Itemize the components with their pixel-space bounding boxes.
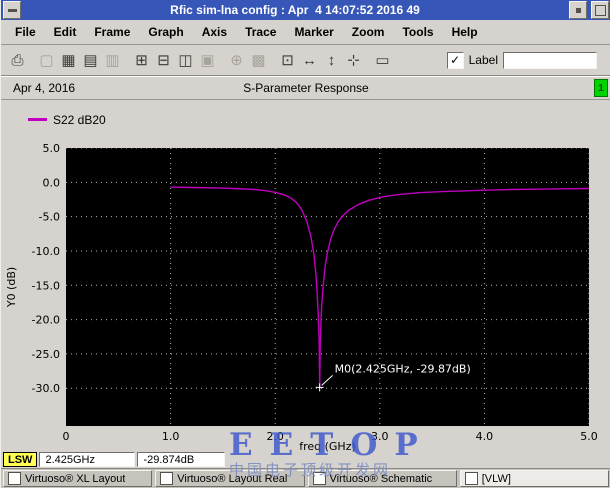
status-row: LSW 2.425GHz -29.874dB — [3, 451, 226, 468]
title-bar[interactable]: Rfic sim-lna config : Apr 4 14:07:52 201… — [1, 0, 610, 20]
taskbar-window-2[interactable]: Virtuoso® Schematic — [307, 470, 457, 487]
label-checkbox[interactable]: ✓ — [446, 51, 464, 69]
marker-x-field[interactable]: 2.425GHz — [39, 452, 136, 467]
menu-tools[interactable]: Tools — [393, 22, 442, 42]
taskbar-window-label: Virtuoso® Schematic — [329, 472, 433, 485]
menu-bar: File Edit Frame Graph Axis Trace Marker Zoom Too… — [1, 20, 610, 45]
taskbar-window-checkbox[interactable] — [312, 472, 326, 485]
taskbar-window-checkbox[interactable] — [464, 472, 478, 485]
svg-text:2.0: 2.0 — [266, 430, 284, 443]
svg-text:-30.0: -30.0 — [32, 382, 60, 395]
print-icon[interactable]: ⎙ — [7, 50, 28, 71]
taskbar: Virtuoso® XL Layout Virtuoso® Layout Real… — [1, 468, 610, 488]
combine-window-icon: ▣ — [200, 52, 215, 69]
marker-y-field[interactable]: -29.874dB — [137, 452, 226, 467]
svg-text:5.0: 5.0 — [43, 142, 61, 155]
menu-axis[interactable]: Axis — [193, 22, 236, 42]
maximize-icon — [594, 4, 606, 16]
menu-edit[interactable]: Edit — [45, 22, 86, 42]
menu-file[interactable]: File — [6, 22, 45, 42]
taskbar-window-label: Virtuoso® XL Layout — [25, 472, 126, 485]
zoom-x-icon[interactable]: ↔ — [299, 50, 320, 71]
taskbar-window-label: Virtuoso® Layout Real — [177, 472, 288, 485]
graph-date: Apr 4, 2016 — [13, 81, 76, 95]
svg-text:-20.0: -20.0 — [32, 314, 60, 327]
menu-help[interactable]: Help — [443, 22, 487, 42]
window-menu-icon — [7, 8, 17, 12]
snapshot-icon: ▢ — [39, 52, 54, 69]
grid-toggle-icon[interactable]: ▦ — [58, 50, 79, 71]
zoom-y-icon[interactable]: ↕ — [321, 50, 342, 71]
graph-header: S-Parameter Response Apr 4, 2016 1 — [1, 76, 610, 100]
label-group: ✓ Label — [446, 51, 597, 69]
taskbar-window-0[interactable]: Virtuoso® XL Layout — [3, 470, 153, 487]
window-menu-button[interactable] — [3, 1, 21, 19]
toolbar-icons: ⎙ ▢ ▦ ▤ ▥ ⊞ ⊟ ◫ ▣ ⊕ ▩ ⊡ ↔ ↕ ⊹ ▭ — [7, 50, 394, 71]
legend-label[interactable]: S22 dB20 — [53, 113, 106, 127]
svg-text:Y0 (dB): Y0 (dB) — [5, 267, 18, 308]
menu-trace[interactable]: Trace — [236, 22, 285, 42]
split-window-icon[interactable]: ◫ — [175, 50, 196, 71]
sparam-plot[interactable]: 0 1.0 2.0 3.0 4.0 5.0 5.0 0.0 -5.0 -10.0 -15.0 -20.… — [1, 140, 610, 452]
svg-text:5.0: 5.0 — [580, 430, 598, 443]
label-checkbox-text: Label — [468, 53, 498, 67]
svg-text:1.0: 1.0 — [162, 430, 180, 443]
svg-text:freq (GHz): freq (GHz) — [299, 440, 356, 452]
svg-text:-15.0: -15.0 — [32, 279, 60, 292]
menu-zoom[interactable]: Zoom — [343, 22, 394, 42]
svg-text:0.0: 0.0 — [43, 176, 61, 189]
svg-text:3.0: 3.0 — [371, 430, 389, 443]
delete-subwindow-icon[interactable]: ⊟ — [153, 50, 174, 71]
svg-text:M0(2.425GHz, -29.87dB): M0(2.425GHz, -29.87dB) — [335, 362, 471, 375]
taskbar-window-3[interactable]: [VLW] — [459, 470, 609, 487]
graph-title: S-Parameter Response — [243, 81, 369, 95]
maximize-button[interactable] — [591, 1, 609, 19]
smith-grid-icon: ⊕ — [230, 52, 243, 69]
label-input[interactable] — [503, 51, 597, 69]
strip-chart-icon[interactable]: ▤ — [80, 50, 101, 71]
menu-marker[interactable]: Marker — [285, 22, 342, 42]
taskbar-window-label: [VLW] — [481, 472, 511, 485]
legend-swatch[interactable] — [28, 118, 47, 121]
minimize-icon — [575, 7, 581, 13]
menu-frame[interactable]: Frame — [85, 22, 139, 42]
svg-text:-25.0: -25.0 — [32, 348, 60, 361]
subwindow-number-badge[interactable]: 1 — [594, 79, 608, 97]
svg-text:-5.0: -5.0 — [39, 211, 60, 224]
window-title: Rfic sim-lna config : Apr 4 14:07:52 201… — [170, 3, 420, 17]
new-subwindow-icon[interactable]: ⊞ — [131, 50, 152, 71]
pan-icon[interactable]: ⊹ — [343, 50, 364, 71]
taskbar-window-checkbox[interactable] — [8, 472, 21, 485]
minimize-button[interactable] — [569, 1, 587, 19]
svg-text:0: 0 — [63, 430, 70, 443]
redraw-icon[interactable]: ▭ — [372, 50, 393, 71]
waveform-window: Rfic sim-lna config : Apr 4 14:07:52 201… — [0, 0, 610, 488]
log-grid-icon: ▩ — [251, 52, 266, 69]
taskbar-window-checkbox[interactable] — [160, 472, 174, 485]
svg-text:4.0: 4.0 — [476, 430, 494, 443]
overlay-mode-icon: ▥ — [105, 52, 120, 69]
status-mode-badge[interactable]: LSW — [3, 452, 38, 467]
menu-graph[interactable]: Graph — [139, 22, 192, 42]
taskbar-window-1[interactable]: Virtuoso® Layout Real — [155, 470, 305, 487]
svg-text:-10.0: -10.0 — [32, 245, 60, 258]
toolbar: ⎙ ▢ ▦ ▤ ▥ ⊞ ⊟ ◫ ▣ ⊕ ▩ ⊡ ↔ ↕ ⊹ ▭ ✓ Label — [1, 45, 610, 76]
zoom-fit-icon[interactable]: ⊡ — [277, 50, 298, 71]
